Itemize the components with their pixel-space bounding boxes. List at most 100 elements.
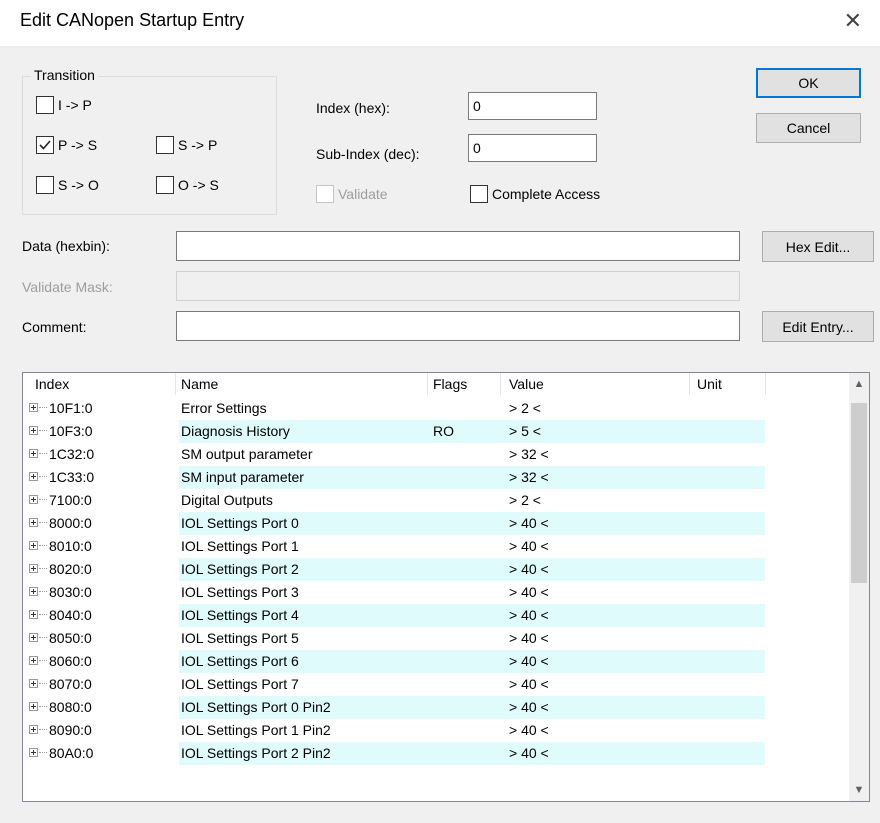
table-row[interactable]: 8010:0 IOL Settings Port 1 > 40 < xyxy=(23,535,849,558)
column-divider[interactable] xyxy=(500,373,501,395)
table-row[interactable]: 8000:0 IOL Settings Port 0 > 40 < xyxy=(23,512,849,535)
edit-entry-button[interactable]: Edit Entry... xyxy=(762,311,874,342)
column-divider[interactable] xyxy=(689,373,690,395)
tree-line xyxy=(39,729,47,730)
scrollbar-thumb[interactable] xyxy=(851,403,867,583)
cell-value: > 32 < xyxy=(509,469,549,485)
expand-plus-icon[interactable] xyxy=(29,495,38,504)
ok-button[interactable]: OK xyxy=(756,68,861,98)
checkbox-box[interactable] xyxy=(156,136,174,154)
comment-input[interactable] xyxy=(176,311,740,341)
subindex-input[interactable] xyxy=(468,134,597,162)
expand-plus-icon[interactable] xyxy=(29,679,38,688)
cell-flags: RO xyxy=(433,423,454,439)
expand-plus-icon[interactable] xyxy=(29,472,38,481)
data-hexbin-label: Data (hexbin): xyxy=(22,238,110,254)
dialog-title: Edit CANopen Startup Entry xyxy=(20,10,245,30)
column-divider[interactable] xyxy=(765,373,766,395)
table-row[interactable]: 8090:0 IOL Settings Port 1 Pin2 > 40 < xyxy=(23,719,849,742)
column-header-name[interactable]: Name xyxy=(181,376,218,392)
hex-edit-button[interactable]: Hex Edit... xyxy=(762,231,874,262)
table-row[interactable]: 1C32:0 SM output parameter > 32 < xyxy=(23,443,849,466)
index-input[interactable] xyxy=(468,92,597,120)
complete-access-checkbox[interactable]: Complete Access xyxy=(470,185,600,203)
tree-line xyxy=(39,545,47,546)
column-divider[interactable] xyxy=(175,373,176,395)
checkbox-box[interactable] xyxy=(470,185,488,203)
table-row[interactable]: 8050:0 IOL Settings Port 5 > 40 < xyxy=(23,627,849,650)
dialog-body: Transition I -> P P -> S S -> P S -> O O… xyxy=(0,46,880,823)
table-row[interactable]: 8030:0 IOL Settings Port 3 > 40 < xyxy=(23,581,849,604)
table-row[interactable]: 8070:0 IOL Settings Port 7 > 40 < xyxy=(23,673,849,696)
expand-plus-icon[interactable] xyxy=(29,541,38,550)
table-row[interactable]: 8080:0 IOL Settings Port 0 Pin2 > 40 < xyxy=(23,696,849,719)
transition-group-title: Transition xyxy=(31,67,98,83)
cell-value: > 40 < xyxy=(509,561,549,577)
cell-value: > 40 < xyxy=(509,745,549,761)
cell-value: > 40 < xyxy=(509,630,549,646)
checkbox-o-to-s[interactable]: O -> S xyxy=(156,176,219,194)
tree-line xyxy=(39,752,47,753)
table-row[interactable]: 1C33:0 SM input parameter > 32 < xyxy=(23,466,849,489)
column-header-flags[interactable]: Flags xyxy=(433,376,467,392)
cell-name: SM input parameter xyxy=(181,469,304,485)
scroll-down-icon[interactable]: ▼ xyxy=(849,781,869,799)
table-row[interactable]: 7100:0 Digital Outputs > 2 < xyxy=(23,489,849,512)
column-header-index[interactable]: Index xyxy=(35,376,69,392)
expand-plus-icon[interactable] xyxy=(29,518,38,527)
table-row[interactable]: 8040:0 IOL Settings Port 4 > 40 < xyxy=(23,604,849,627)
checkbox-s-to-p[interactable]: S -> P xyxy=(156,136,217,154)
table-row[interactable]: 8020:0 IOL Settings Port 2 > 40 < xyxy=(23,558,849,581)
expand-plus-icon[interactable] xyxy=(29,403,38,412)
vertical-scrollbar[interactable]: ▲ ▼ xyxy=(849,373,869,801)
expand-plus-icon[interactable] xyxy=(29,426,38,435)
cell-name: Error Settings xyxy=(181,400,267,416)
cell-name: IOL Settings Port 2 xyxy=(181,561,299,577)
data-hexbin-input[interactable] xyxy=(176,231,740,261)
checkbox-box[interactable] xyxy=(156,176,174,194)
cell-name: IOL Settings Port 4 xyxy=(181,607,299,623)
tree-line xyxy=(39,591,47,592)
complete-access-label: Complete Access xyxy=(492,186,601,202)
cell-value: > 40 < xyxy=(509,515,549,531)
expand-plus-icon[interactable] xyxy=(29,633,38,642)
cell-index: 8020:0 xyxy=(49,561,92,577)
checkbox-s-to-o[interactable]: S -> O xyxy=(36,176,99,194)
table-row[interactable]: 8060:0 IOL Settings Port 6 > 40 < xyxy=(23,650,849,673)
column-divider[interactable] xyxy=(427,373,428,395)
checkbox-box-checked[interactable] xyxy=(36,136,54,154)
scroll-up-icon[interactable]: ▲ xyxy=(849,375,869,393)
checkbox-i-to-p[interactable]: I -> P xyxy=(36,96,92,114)
checkbox-box[interactable] xyxy=(36,176,54,194)
expand-plus-icon[interactable] xyxy=(29,587,38,596)
cell-value: > 40 < xyxy=(509,584,549,600)
tree-line xyxy=(39,453,47,454)
table-row[interactable]: 10F3:0 Diagnosis History RO > 5 < xyxy=(23,420,849,443)
expand-plus-icon[interactable] xyxy=(29,449,38,458)
close-icon[interactable]: ✕ xyxy=(844,8,862,34)
tree-line xyxy=(39,706,47,707)
expand-plus-icon[interactable] xyxy=(29,702,38,711)
checkbox-label: P -> S xyxy=(58,137,98,153)
column-header-unit[interactable]: Unit xyxy=(697,376,722,392)
checkbox-label: O -> S xyxy=(178,177,219,193)
checkbox-p-to-s[interactable]: P -> S xyxy=(36,136,97,154)
table-row[interactable]: 80A0:0 IOL Settings Port 2 Pin2 > 40 < xyxy=(23,742,849,765)
list-rows: 10F1:0 Error Settings > 2 < 10F3:0 Diagnosis… xyxy=(23,397,849,765)
column-header-value[interactable]: Value xyxy=(509,376,544,392)
cancel-button[interactable]: Cancel xyxy=(756,113,861,143)
expand-plus-icon[interactable] xyxy=(29,748,38,757)
cell-index: 1C32:0 xyxy=(49,446,95,462)
cell-index: 8070:0 xyxy=(49,676,92,692)
cell-name: Digital Outputs xyxy=(181,492,273,508)
cell-name: IOL Settings Port 1 xyxy=(181,538,299,554)
checkbox-box[interactable] xyxy=(36,96,54,114)
expand-plus-icon[interactable] xyxy=(29,656,38,665)
cell-index: 8040:0 xyxy=(49,607,92,623)
cell-name: IOL Settings Port 2 Pin2 xyxy=(181,745,331,761)
expand-plus-icon[interactable] xyxy=(29,610,38,619)
expand-plus-icon[interactable] xyxy=(29,564,38,573)
table-row[interactable]: 10F1:0 Error Settings > 2 < xyxy=(23,397,849,420)
expand-plus-icon[interactable] xyxy=(29,725,38,734)
startup-entry-list[interactable]: Index Name Flags Value Unit 10F1:0 Error … xyxy=(22,372,870,802)
